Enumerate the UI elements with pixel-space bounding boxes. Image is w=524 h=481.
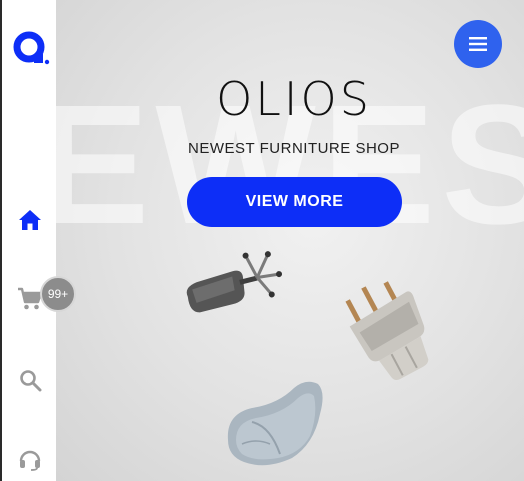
- bean-bag-image[interactable]: [222, 374, 328, 470]
- headset-icon: [19, 450, 41, 471]
- office-chair-image[interactable]: [176, 246, 286, 322]
- search-icon: [20, 370, 42, 392]
- sidebar: [0, 0, 56, 481]
- sidebar-item-support[interactable]: [16, 445, 44, 473]
- menu-button[interactable]: [454, 20, 502, 68]
- cart-count-badge: 99+: [40, 276, 76, 312]
- sidebar-item-search[interactable]: [16, 366, 44, 394]
- olios-logo-icon[interactable]: [12, 30, 50, 66]
- view-more-button[interactable]: VIEW MORE: [187, 177, 402, 227]
- hero: EWES OLIOS NEWEST FURNITURE SHOP VIEW MO…: [56, 0, 524, 481]
- hero-title: OLIOS: [216, 72, 372, 126]
- hamburger-icon: [469, 37, 487, 51]
- sidebar-item-home[interactable]: [16, 206, 44, 234]
- home-icon: [19, 210, 41, 230]
- page: 99+ EWES OLIOS NEWEST FURNITURE SHOP VIE…: [0, 0, 524, 481]
- hero-subtitle: NEWEST FURNITURE SHOP: [188, 140, 400, 157]
- cart-icon: [18, 287, 43, 310]
- wooden-chair-image[interactable]: [344, 278, 436, 382]
